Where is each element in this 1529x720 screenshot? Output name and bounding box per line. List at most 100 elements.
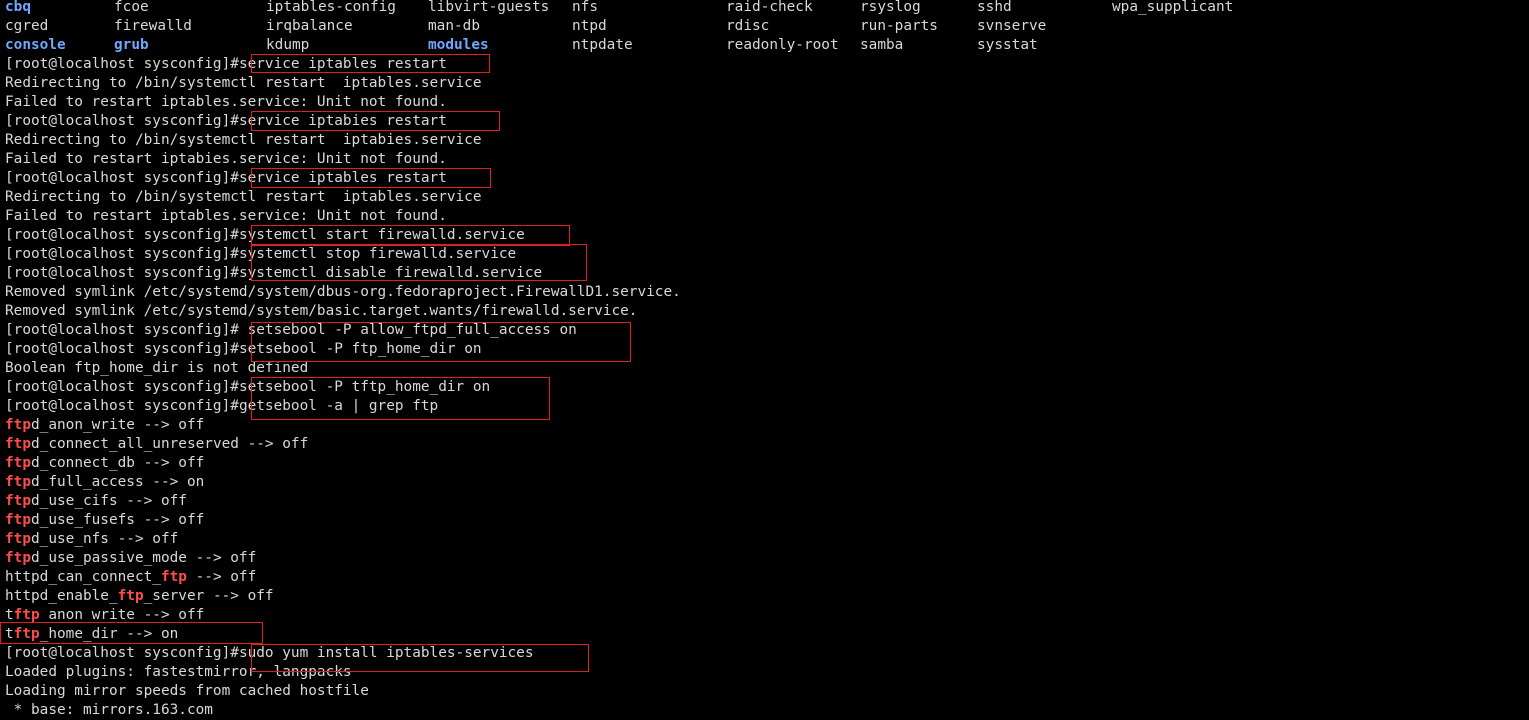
- command-line: [root@localhost sysconfig]#service iptab…: [5, 55, 447, 74]
- command-text: service iptables restart: [238, 170, 447, 186]
- shell-prompt: [root@localhost sysconfig]#: [5, 645, 239, 661]
- ls-entry: man-db: [428, 18, 480, 34]
- grep-post: d_anon_write --> off: [31, 417, 205, 433]
- command-line: [root@localhost sysconfig]#getsebool -a …: [5, 397, 438, 416]
- grep-post: d_use_cifs --> off: [31, 493, 187, 509]
- ls-entry: cgred: [5, 18, 49, 34]
- command-text: setsebool -P ftp_home_dir on: [238, 341, 482, 357]
- grep-match: ftp: [5, 436, 31, 452]
- grep-result-line: tftp_anon_write --> off: [5, 606, 204, 625]
- output-line: Removed symlink /etc/systemd/system/dbus…: [5, 284, 681, 300]
- output-line: Loaded plugins: fastestmirror, langpacks: [5, 664, 352, 680]
- command-text: systemctl start firewalld.service: [238, 227, 525, 243]
- grep-result-line: ftpd_use_nfs --> off: [5, 530, 178, 549]
- command-line: [root@localhost sysconfig]#service iptab…: [5, 112, 447, 131]
- ls-entry: run-parts: [860, 18, 938, 34]
- command-text: systemctl disable firewalld.service: [238, 265, 543, 281]
- command-text: service iptabies restart: [238, 113, 447, 129]
- ls-entry: modules: [428, 37, 489, 53]
- command-text: service iptables restart: [238, 56, 447, 72]
- command-text: setsebool -P allow_ftpd_full_access on: [238, 322, 577, 338]
- output-line: Redirecting to /bin/systemctl restart ip…: [5, 132, 482, 148]
- grep-post: d_full_access --> on: [31, 474, 205, 490]
- output-line: Redirecting to /bin/systemctl restart ip…: [5, 189, 482, 205]
- grep-post: d_connect_all_unreserved --> off: [31, 436, 309, 452]
- ls-entry: grub: [114, 37, 149, 53]
- grep-pre: t: [5, 607, 14, 623]
- grep-pre: t: [5, 626, 14, 642]
- ls-entry: nfs: [572, 0, 598, 15]
- grep-match: ftp: [5, 455, 31, 471]
- terminal-window[interactable]: cbq fcoe iptables-config libvirt-guests …: [0, 0, 1529, 718]
- command-line: [root@localhost sysconfig]#systemctl sta…: [5, 226, 525, 245]
- grep-post: _server --> off: [143, 588, 274, 604]
- command-text: setsebool -P tftp_home_dir on: [238, 379, 491, 395]
- grep-match: ftp: [160, 569, 187, 585]
- ls-entry: samba: [860, 37, 904, 53]
- grep-match: ftp: [5, 531, 31, 547]
- output-line: Failed to restart iptabies.service: Unit…: [5, 151, 447, 167]
- shell-prompt: [root@localhost sysconfig]#: [5, 379, 239, 395]
- grep-match: ftp: [117, 588, 144, 604]
- grep-result-line: tftp_home_dir --> on: [5, 625, 178, 644]
- grep-match: ftp: [13, 626, 40, 642]
- output-line: Failed to restart iptables.service: Unit…: [5, 94, 447, 110]
- command-text: sudo yum install iptables-services: [238, 645, 534, 661]
- shell-prompt: [root@localhost sysconfig]#: [5, 113, 239, 129]
- ls-entry: svnserve: [977, 18, 1047, 34]
- ls-entry: rsyslog: [860, 0, 921, 15]
- grep-match: ftp: [5, 417, 31, 433]
- grep-result-line: httpd_enable_ftp_server --> off: [5, 587, 274, 606]
- grep-match: ftp: [5, 550, 31, 566]
- grep-post: d_use_passive_mode --> off: [31, 550, 257, 566]
- ls-entry: ntpd: [572, 18, 607, 34]
- ls-entry: ntpdate: [572, 37, 633, 53]
- grep-result-line: ftpd_anon_write --> off: [5, 416, 204, 435]
- ls-entry: readonly-root: [726, 37, 839, 53]
- ls-entry: cbq: [5, 0, 31, 15]
- grep-result-line: ftpd_connect_all_unreserved --> off: [5, 435, 308, 454]
- output-line: Removed symlink /etc/systemd/system/basi…: [5, 303, 638, 319]
- command-line: [root@localhost sysconfig]#systemctl sto…: [5, 245, 516, 264]
- ls-entry: raid-check: [726, 0, 813, 15]
- ls-entry: firewalld: [114, 18, 192, 34]
- grep-result-line: httpd_can_connect_ftp --> off: [5, 568, 256, 587]
- command-text: getsebool -a | grep ftp: [238, 398, 439, 414]
- grep-pre: httpd_enable_: [5, 588, 118, 604]
- shell-prompt: [root@localhost sysconfig]#: [5, 265, 239, 281]
- grep-post: d_connect_db --> off: [31, 455, 205, 471]
- output-line: Failed to restart iptables.service: Unit…: [5, 208, 447, 224]
- grep-match: ftp: [5, 493, 31, 509]
- output-line: Loading mirror speeds from cached hostfi…: [5, 683, 369, 699]
- grep-result-line: ftpd_full_access --> on: [5, 473, 204, 492]
- grep-result-line: ftpd_use_cifs --> off: [5, 492, 187, 511]
- ls-entry: irqbalance: [266, 18, 353, 34]
- output-line: Redirecting to /bin/systemctl restart ip…: [5, 75, 482, 91]
- ls-entry: sysstat: [977, 37, 1038, 53]
- output-line: * base: mirrors.163.com: [5, 702, 213, 718]
- command-line: [root@localhost sysconfig]# setsebool -P…: [5, 321, 577, 340]
- output-line: Boolean ftp_home_dir is not defined: [5, 360, 309, 376]
- grep-match: ftp: [13, 607, 40, 623]
- command-line: [root@localhost sysconfig]#sudo yum inst…: [5, 644, 534, 663]
- grep-match: ftp: [5, 474, 31, 490]
- shell-prompt: [root@localhost sysconfig]#: [5, 322, 239, 338]
- grep-post: _home_dir --> on: [39, 626, 179, 642]
- grep-post: --> off: [186, 569, 257, 585]
- shell-prompt: [root@localhost sysconfig]#: [5, 56, 239, 72]
- shell-prompt: [root@localhost sysconfig]#: [5, 341, 239, 357]
- grep-result-line: ftpd_use_fusefs --> off: [5, 511, 204, 530]
- ls-entry: kdump: [266, 37, 310, 53]
- grep-post: d_use_nfs --> off: [31, 531, 179, 547]
- ls-entry: libvirt-guests: [428, 0, 550, 15]
- grep-result-line: ftpd_connect_db --> off: [5, 454, 204, 473]
- ls-entry: rdisc: [726, 18, 770, 34]
- shell-prompt: [root@localhost sysconfig]#: [5, 246, 239, 262]
- ls-entry: console: [5, 37, 66, 53]
- command-line: [root@localhost sysconfig]#service iptab…: [5, 169, 447, 188]
- command-line: [root@localhost sysconfig]#systemctl dis…: [5, 264, 542, 283]
- shell-prompt: [root@localhost sysconfig]#: [5, 227, 239, 243]
- ls-entry: wpa_supplicant: [1112, 0, 1234, 15]
- ls-entry: iptables-config: [266, 0, 396, 15]
- ls-entry: sshd: [977, 0, 1012, 15]
